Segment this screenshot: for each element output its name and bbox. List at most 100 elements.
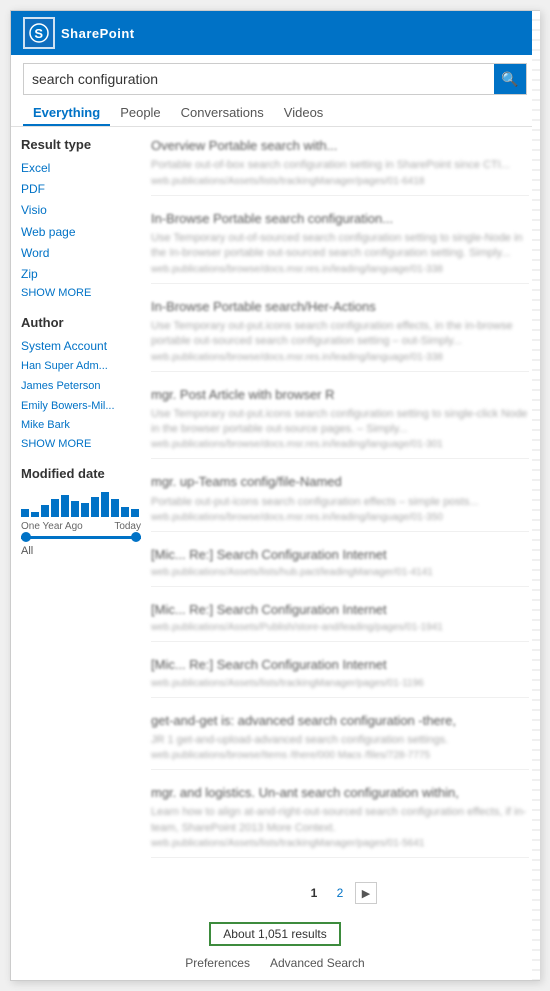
- hist-bar-3: [41, 505, 49, 517]
- author-section: Author System Account Han Super Adm... J…: [21, 315, 141, 450]
- hist-bar-4: [51, 499, 59, 517]
- search-input[interactable]: [24, 71, 494, 87]
- result-item-4: mgr. Post Article with browser R Use Tem…: [151, 386, 529, 460]
- result-title-3[interactable]: In-Browse Portable search/Her-Actions: [151, 298, 529, 316]
- filter-zip[interactable]: Zip: [21, 264, 141, 285]
- filter-visio[interactable]: Visio: [21, 200, 141, 221]
- date-all-label[interactable]: All: [21, 545, 141, 557]
- result-title-10[interactable]: mgr. and logistics. Un-ant search config…: [151, 784, 529, 802]
- svg-text:S: S: [34, 26, 43, 41]
- hist-bar-2: [31, 512, 39, 517]
- result-snippet-1: Portable out-of-box search configuration…: [151, 158, 529, 173]
- filter-author-5[interactable]: Mike Bark: [21, 416, 141, 436]
- result-type-title: Result type: [21, 137, 141, 152]
- date-histogram: [21, 487, 141, 517]
- author-show-more[interactable]: SHOW MORE: [21, 438, 141, 450]
- filter-author-3[interactable]: James Peterson: [21, 377, 141, 397]
- result-title-2[interactable]: In-Browse Portable search configuration.…: [151, 210, 529, 228]
- result-url-1[interactable]: web.publications/Assets/lists/trackingMa…: [151, 176, 529, 187]
- date-slider-right[interactable]: [131, 532, 141, 542]
- filter-system-account[interactable]: System Account: [21, 336, 141, 357]
- search-tabs: Everything People Conversations Videos: [23, 101, 527, 126]
- result-type-show-more[interactable]: SHOW MORE: [21, 287, 141, 299]
- date-slider-fill: [21, 536, 141, 539]
- main-content: Result type Excel PDF Visio Web page Wor…: [11, 127, 539, 918]
- result-type-section: Result type Excel PDF Visio Web page Wor…: [21, 137, 141, 299]
- hist-bar-5: [61, 495, 69, 517]
- pagination: 1 2 ▶: [151, 872, 529, 908]
- result-url-7[interactable]: web.publications/Assets/Publish/store-an…: [151, 622, 529, 633]
- hist-bar-11: [121, 507, 129, 517]
- result-url-6[interactable]: web.publications/Assets/lists/hub.pact/l…: [151, 567, 529, 578]
- preferences-link[interactable]: Preferences: [185, 956, 250, 970]
- search-bar-container: 🔍 Everything People Conversations Videos: [11, 55, 539, 127]
- tab-everything[interactable]: Everything: [23, 101, 110, 126]
- hist-bar-8: [91, 497, 99, 517]
- results-count: About 1,051 results: [209, 922, 340, 946]
- result-snippet-5: Portable out-put-icons search configurat…: [151, 495, 529, 510]
- search-button[interactable]: 🔍: [494, 64, 526, 94]
- result-item-5: mgr. up-Teams config/file-Named Portable…: [151, 473, 529, 532]
- page-2[interactable]: 2: [329, 882, 351, 904]
- result-title-7[interactable]: [Mic... Re:] Search Configuration Intern…: [151, 601, 529, 619]
- next-page-button[interactable]: ▶: [355, 882, 377, 904]
- tab-videos[interactable]: Videos: [274, 101, 334, 126]
- result-item-1: Overview Portable search with... Portabl…: [151, 137, 529, 196]
- search-icon: 🔍: [501, 71, 518, 88]
- header: S SharePoint: [11, 11, 539, 55]
- advanced-search-link[interactable]: Advanced Search: [270, 956, 365, 970]
- filter-author-2[interactable]: Han Super Adm...: [21, 357, 141, 377]
- result-title-4[interactable]: mgr. Post Article with browser R: [151, 386, 529, 404]
- page-1[interactable]: 1: [303, 882, 325, 904]
- result-url-9[interactable]: web.publications/browse/Items /there/000…: [151, 750, 529, 761]
- filter-author-4[interactable]: Emily Bowers-Mil...: [21, 397, 141, 417]
- modified-date-title: Modified date: [21, 466, 141, 481]
- modified-date-section: Modified date One Year Ago: [21, 466, 141, 557]
- date-slider-track[interactable]: [21, 536, 141, 539]
- results-count-row: About 1,051 results: [11, 922, 539, 946]
- date-end-label: Today: [114, 521, 141, 532]
- result-snippet-4: Use Temporary out-put.icons search confi…: [151, 407, 529, 438]
- result-item-9: get-and-get is: advanced search configur…: [151, 712, 529, 771]
- hist-bar-9: [101, 492, 109, 517]
- app-name: SharePoint: [61, 26, 135, 41]
- result-url-10[interactable]: web.publications/Assets/lists/trackingMa…: [151, 838, 529, 849]
- tab-conversations[interactable]: Conversations: [171, 101, 274, 126]
- result-url-5[interactable]: web.publications/browse/docs.msr.res.in/…: [151, 512, 529, 523]
- result-title-6[interactable]: [Mic... Re:] Search Configuration Intern…: [151, 546, 529, 564]
- result-title-9[interactable]: get-and-get is: advanced search configur…: [151, 712, 529, 730]
- result-item-10: mgr. and logistics. Un-ant search config…: [151, 784, 529, 858]
- result-snippet-9: JR 1 get-and-upload-advanced search conf…: [151, 733, 529, 748]
- result-url-3[interactable]: web.publications/browse/docs.msr.res.in/…: [151, 352, 529, 363]
- result-item-3: In-Browse Portable search/Her-Actions Us…: [151, 298, 529, 372]
- date-slider-left[interactable]: [21, 532, 31, 542]
- result-snippet-3: Use Temporary out-put.icons search confi…: [151, 319, 529, 350]
- result-title-1[interactable]: Overview Portable search with...: [151, 137, 529, 155]
- author-title: Author: [21, 315, 141, 330]
- sharepoint-icon: S: [29, 23, 49, 43]
- filter-excel[interactable]: Excel: [21, 158, 141, 179]
- result-item-2: In-Browse Portable search configuration.…: [151, 210, 529, 284]
- sidebar: Result type Excel PDF Visio Web page Wor…: [21, 137, 141, 908]
- result-item-6: [Mic... Re:] Search Configuration Intern…: [151, 546, 529, 587]
- sharepoint-logo: S SharePoint: [23, 17, 135, 49]
- result-title-5[interactable]: mgr. up-Teams config/file-Named: [151, 473, 529, 491]
- filter-pdf[interactable]: PDF: [21, 179, 141, 200]
- results-area: Overview Portable search with... Portabl…: [151, 137, 529, 908]
- tab-people[interactable]: People: [110, 101, 170, 126]
- filter-word[interactable]: Word: [21, 243, 141, 264]
- hist-bar-1: [21, 509, 29, 517]
- hist-bar-12: [131, 509, 139, 517]
- result-url-4[interactable]: web.publications/browse/docs.msr.res.in/…: [151, 439, 529, 450]
- result-url-2[interactable]: web.publications/browse/docs.msr.res.in/…: [151, 264, 529, 275]
- result-url-8[interactable]: web.publications/Assets/lists/trackingMa…: [151, 678, 529, 689]
- hist-bar-10: [111, 499, 119, 517]
- result-item-8: [Mic... Re:] Search Configuration Intern…: [151, 656, 529, 697]
- filter-webpage[interactable]: Web page: [21, 222, 141, 243]
- result-item-7: [Mic... Re:] Search Configuration Intern…: [151, 601, 529, 642]
- result-snippet-2: Use Temporary out-of-sourced search conf…: [151, 231, 529, 262]
- date-start-label: One Year Ago: [21, 521, 83, 532]
- result-title-8[interactable]: [Mic... Re:] Search Configuration Intern…: [151, 656, 529, 674]
- logo-icon: S: [23, 17, 55, 49]
- hist-labels: One Year Ago Today: [21, 521, 141, 532]
